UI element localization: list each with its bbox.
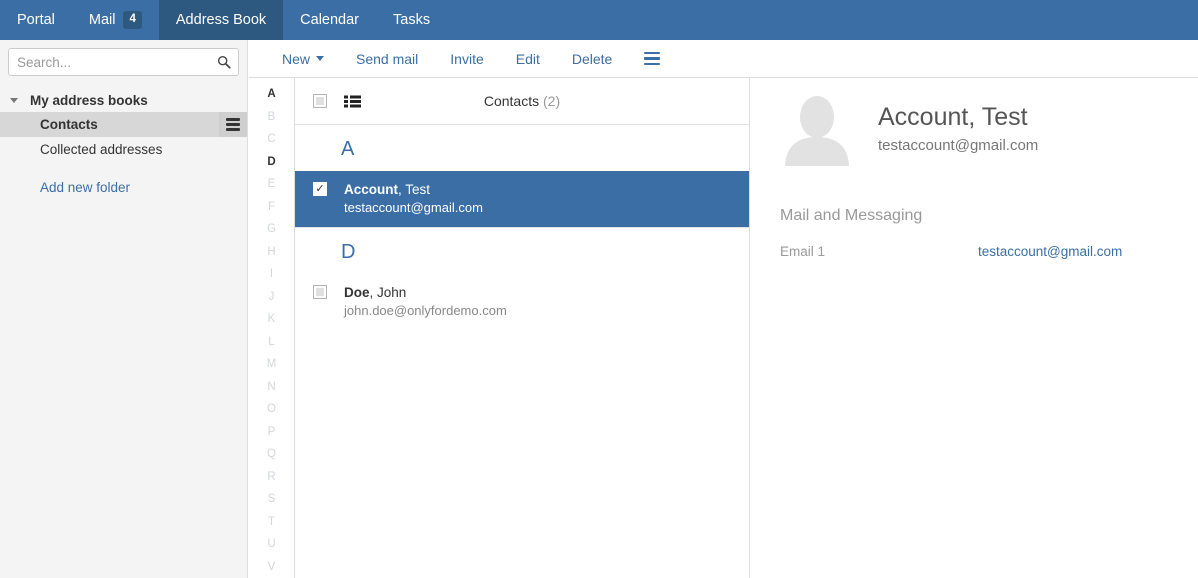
add-new-folder-link[interactable]: Add new folder — [0, 180, 247, 195]
hamburger-icon — [226, 118, 240, 131]
nav-tab-address-book-label: Address Book — [175, 12, 267, 28]
contact-first-name: , Test — [398, 182, 431, 197]
alpha-index-b[interactable]: B — [268, 106, 276, 129]
alpha-index-q[interactable]: Q — [267, 443, 276, 466]
contacts-list-count: (2) — [543, 93, 561, 109]
contacts-list-header: Contacts (2) — [295, 78, 749, 125]
check-icon: ✓ — [315, 182, 325, 195]
hamburger-icon — [644, 51, 661, 66]
chevron-down-icon — [316, 56, 325, 61]
contact-last-name: Account — [344, 182, 398, 197]
alphabet-index: A B C D E F G H I J K L M N O P Q R S T … — [249, 78, 295, 578]
alpha-index-v[interactable]: V — [268, 556, 276, 578]
search-box[interactable] — [8, 48, 239, 76]
top-navigation-bar: Portal Mail 4 Address Book Calendar Task… — [0, 0, 1198, 40]
invite-button[interactable]: Invite — [434, 51, 499, 67]
send-mail-button[interactable]: Send mail — [340, 51, 434, 67]
alpha-index-f[interactable]: F — [268, 196, 275, 219]
contacts-list-title-text: Contacts — [483, 93, 540, 109]
alpha-index-e[interactable]: E — [268, 173, 276, 196]
alpha-index-l[interactable]: L — [268, 331, 274, 354]
alpha-index-s[interactable]: S — [268, 488, 276, 511]
toolbar-options-button[interactable] — [628, 51, 676, 66]
sidebar: My address books Contacts Collected addr… — [0, 40, 248, 578]
sidebar-item-contacts-label: Contacts — [40, 117, 98, 132]
contact-detail-pane: Account, Test testaccount@gmail.com Mail… — [751, 78, 1198, 578]
alpha-index-p[interactable]: P — [268, 421, 276, 444]
avatar-placeholder-icon — [785, 96, 849, 166]
select-all-checkbox[interactable] — [313, 94, 327, 108]
alpha-index-u[interactable]: U — [267, 533, 275, 556]
toolbar: New Send mail Invite Edit Delete — [249, 40, 1198, 78]
contacts-list-title: Contacts (2) — [295, 93, 749, 109]
detail-field-label: Email 1 — [780, 244, 826, 259]
detail-field-email-1: Email 1 testaccount@gmail.com — [751, 225, 1198, 259]
contacts-group-letter-d: D — [341, 241, 356, 263]
contact-detail-email: testaccount@gmail.com — [878, 137, 1039, 154]
nav-tab-calendar-label: Calendar — [300, 12, 360, 28]
nav-tab-mail[interactable]: Mail 4 — [72, 0, 159, 40]
list-view-icon[interactable] — [344, 95, 361, 108]
contact-email: john.doe@onlyfordemo.com — [344, 303, 507, 318]
folder-group-label: My address books — [30, 92, 148, 108]
delete-button[interactable]: Delete — [556, 51, 628, 67]
folder-tree: My address books Contacts Collected addr… — [0, 85, 247, 195]
detail-field-value-email[interactable]: testaccount@gmail.com — [978, 244, 1122, 259]
nav-tab-tasks[interactable]: Tasks — [376, 0, 447, 40]
search-icon[interactable] — [217, 55, 231, 69]
contact-checkbox[interactable] — [313, 285, 327, 299]
mail-unread-badge: 4 — [123, 11, 142, 29]
nav-tab-portal-label: Portal — [17, 12, 55, 28]
folder-group-my-address-books[interactable]: My address books — [0, 88, 247, 112]
contact-email: testaccount@gmail.com — [344, 200, 483, 215]
contacts-list-pane: Contacts (2) A ✓ Account, Test testaccou… — [295, 78, 750, 578]
contact-row-doe-john[interactable]: Doe, John john.doe@onlyfordemo.com — [295, 274, 749, 330]
sidebar-item-collected-addresses[interactable]: Collected addresses — [0, 137, 247, 162]
new-button-label: New — [282, 50, 311, 67]
sidebar-item-collected-addresses-label: Collected addresses — [40, 142, 163, 157]
alpha-index-j[interactable]: J — [269, 286, 275, 309]
contact-detail-name: Account, Test — [878, 103, 1028, 131]
contact-row-account-test[interactable]: ✓ Account, Test testaccount@gmail.com — [295, 171, 749, 227]
alpha-index-n[interactable]: N — [267, 376, 275, 399]
contacts-folder-menu-button[interactable] — [219, 112, 247, 137]
contact-detail-header: Account, Test testaccount@gmail.com — [751, 78, 1198, 166]
chevron-down-icon[interactable] — [10, 97, 18, 103]
sidebar-item-contacts[interactable]: Contacts — [0, 112, 247, 137]
contact-first-name: , John — [369, 285, 407, 300]
contacts-group-letter-a: A — [341, 138, 355, 160]
search-input[interactable] — [9, 54, 238, 70]
alpha-index-r[interactable]: R — [267, 466, 275, 489]
nav-tab-tasks-label: Tasks — [393, 12, 431, 28]
alpha-index-k[interactable]: K — [268, 308, 276, 331]
address-book-app: Portal Mail 4 Address Book Calendar Task… — [0, 0, 1198, 578]
contact-last-name: Doe — [344, 285, 370, 300]
contact-checkbox[interactable]: ✓ — [313, 182, 327, 196]
alpha-index-t[interactable]: T — [268, 511, 275, 534]
alpha-index-i[interactable]: I — [270, 263, 273, 286]
alpha-index-c[interactable]: C — [267, 128, 275, 151]
alpha-index-o[interactable]: O — [267, 398, 276, 421]
alpha-index-g[interactable]: G — [267, 218, 276, 241]
contact-name: Doe, John — [344, 285, 507, 300]
alpha-index-a[interactable]: A — [267, 83, 275, 106]
edit-button[interactable]: Edit — [500, 51, 556, 67]
nav-tab-address-book[interactable]: Address Book — [158, 0, 284, 40]
nav-tab-portal[interactable]: Portal — [0, 0, 72, 40]
contact-name: Account, Test — [344, 182, 483, 197]
detail-section-title: Mail and Messaging — [780, 207, 923, 224]
alpha-index-d[interactable]: D — [267, 151, 275, 174]
nav-tab-mail-label: Mail — [88, 12, 116, 28]
new-button[interactable]: New — [266, 51, 340, 67]
alpha-index-m[interactable]: M — [267, 353, 277, 376]
alpha-index-h[interactable]: H — [267, 241, 275, 264]
nav-tab-calendar[interactable]: Calendar — [283, 0, 376, 40]
